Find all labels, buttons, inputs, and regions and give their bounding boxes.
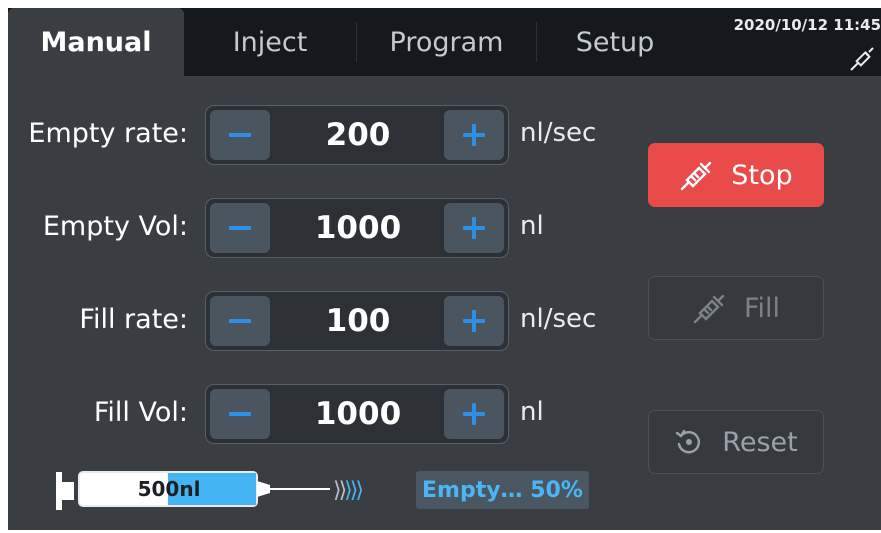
- plunger-rod: [62, 482, 74, 500]
- fill-button-label: Fill: [743, 292, 781, 324]
- stop-button-label: Stop: [731, 159, 793, 191]
- fill-rate-increment-button[interactable]: [444, 296, 504, 346]
- tab-manual[interactable]: Manual: [8, 8, 184, 76]
- fill-vol-value[interactable]: 1000: [274, 385, 442, 443]
- empty-rate-value[interactable]: 200: [274, 106, 442, 164]
- plunger-flange: [56, 472, 62, 510]
- progress-status: Empty… 50%: [416, 471, 589, 509]
- empty-vol-value[interactable]: 1000: [274, 199, 442, 257]
- minus-icon: [229, 133, 251, 137]
- tab-program[interactable]: Program: [357, 8, 536, 76]
- empty-rate-decrement-button[interactable]: [210, 110, 270, 160]
- flow-direction-icon: ⟩⟩ ⟩⟩⟩: [333, 477, 364, 503]
- syringe-nozzle: [257, 481, 270, 497]
- datetime: 2020/10/12 11:45: [733, 16, 881, 34]
- syringe-icon: [693, 294, 725, 324]
- empty-vol-decrement-button[interactable]: [210, 203, 270, 253]
- fill-rate-value[interactable]: 100: [274, 292, 442, 350]
- fill-vol-increment-button[interactable]: [444, 389, 504, 439]
- minus-icon: [229, 319, 251, 323]
- empty-rate-label: Empty rate:: [28, 118, 188, 149]
- app-screen: Manual Inject Program Setup 2020/10/12 1…: [8, 8, 881, 530]
- syringe-icon: [850, 47, 874, 71]
- minus-icon: [229, 226, 251, 230]
- fill-vol-unit: nl: [520, 397, 544, 427]
- tab-setup[interactable]: Setup: [537, 8, 693, 76]
- syringe-icon: [681, 161, 712, 191]
- fill-vol-label: Fill Vol:: [93, 397, 188, 428]
- tab-bar: Manual Inject Program Setup 2020/10/12 1…: [8, 8, 881, 76]
- fill-button[interactable]: Fill: [648, 276, 824, 340]
- empty-rate-stepper: 200: [205, 105, 509, 165]
- stop-button[interactable]: Stop: [648, 143, 824, 207]
- fill-rate-stepper: 100: [205, 291, 509, 351]
- empty-vol-label: Empty Vol:: [42, 211, 188, 242]
- minus-icon: [229, 412, 251, 416]
- fill-vol-decrement-button[interactable]: [210, 389, 270, 439]
- empty-rate-increment-button[interactable]: [444, 110, 504, 160]
- empty-rate-unit: nl/sec: [520, 118, 597, 148]
- empty-vol-unit: nl: [520, 211, 544, 241]
- reset-button[interactable]: Reset: [648, 410, 824, 474]
- reset-icon: [676, 429, 701, 454]
- empty-vol-increment-button[interactable]: [444, 203, 504, 253]
- fill-rate-unit: nl/sec: [520, 304, 597, 334]
- empty-vol-stepper: 1000: [205, 198, 509, 258]
- syringe-volume-label: 500nl: [137, 477, 201, 501]
- fill-vol-stepper: 1000: [205, 384, 509, 444]
- fill-rate-decrement-button[interactable]: [210, 296, 270, 346]
- fill-rate-label: Fill rate:: [79, 304, 188, 335]
- reset-button-label: Reset: [722, 426, 798, 458]
- tab-inject[interactable]: Inject: [184, 8, 356, 76]
